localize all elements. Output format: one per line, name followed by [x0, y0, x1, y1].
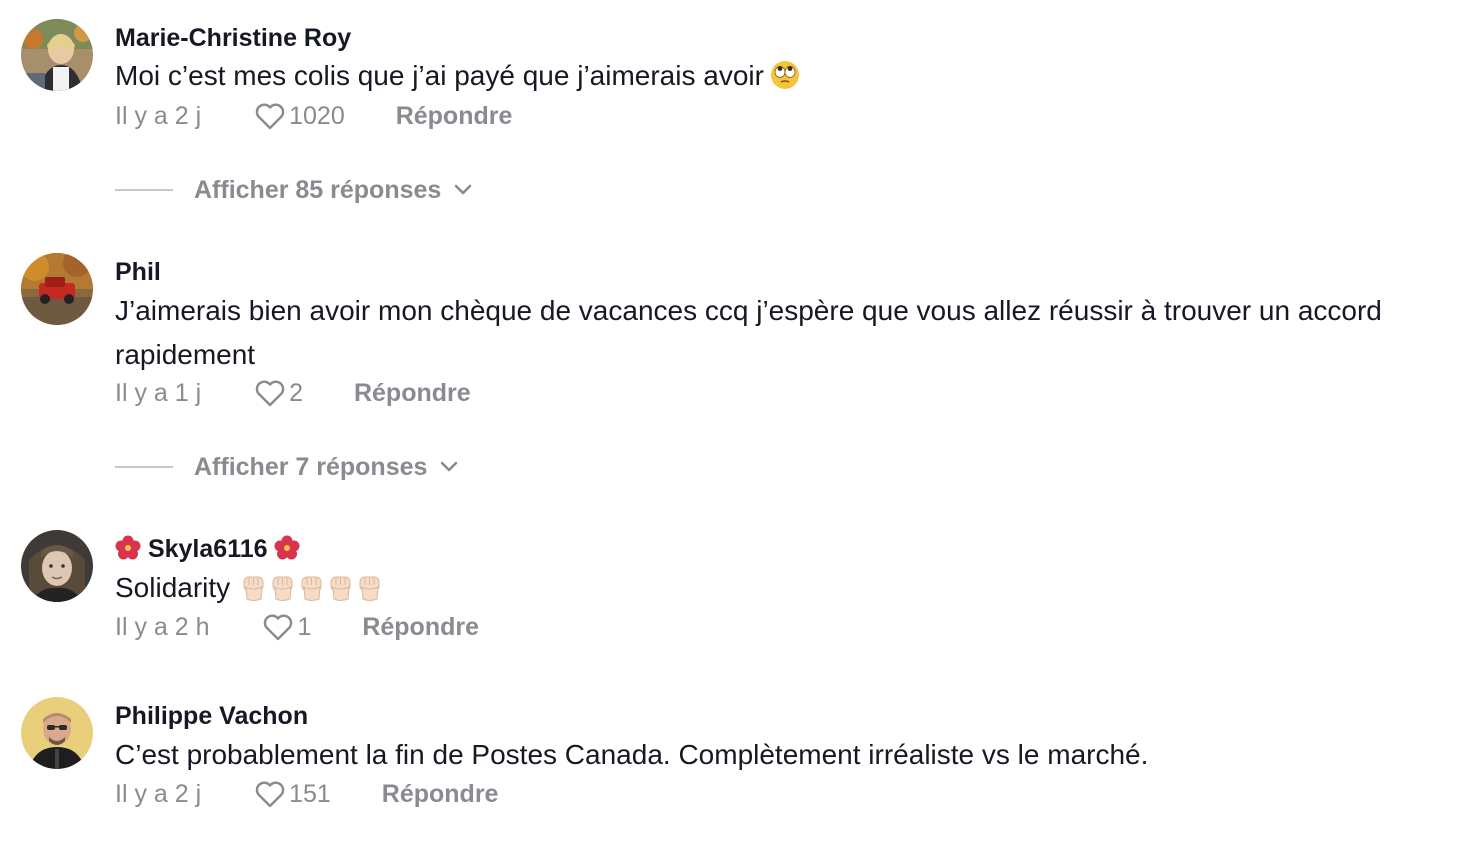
comment-meta: Il y a 1 j 2 Répondre [115, 378, 471, 414]
heart-outline-icon [264, 614, 293, 641]
username[interactable]: Skyla6116 [115, 534, 300, 564]
avatar[interactable] [21, 530, 93, 602]
username[interactable]: Phil [115, 257, 161, 287]
raised-fist-icon [359, 576, 380, 601]
comment-text-content: Moi c’est mes colis que j’ai payé que j’… [115, 60, 764, 91]
reply-button[interactable]: Répondre [382, 780, 499, 809]
timestamp: Il y a 1 j [115, 378, 202, 407]
username[interactable]: Marie-Christine Roy [115, 23, 351, 53]
raised-fist-icon [330, 576, 351, 601]
heart-outline-icon [255, 781, 285, 808]
chevron-down-icon [441, 461, 458, 472]
like-count: 151 [289, 779, 331, 808]
comment-text: J’aimerais bien avoir mon chèque de vaca… [115, 295, 1382, 370]
comment-meta: Il y a 2 j 1020 Répondre [115, 101, 512, 137]
divider-line [115, 466, 173, 468]
face-with-rolling-eyes-icon [770, 61, 799, 89]
avatar[interactable] [21, 253, 93, 325]
username-label: Skyla6116 [147, 535, 268, 563]
like-button[interactable]: 1 [262, 612, 311, 642]
reply-button[interactable]: Répondre [354, 379, 471, 408]
like-count: 2 [289, 378, 304, 407]
timestamp: Il y a 2 h [115, 612, 210, 641]
reply-button[interactable]: Répondre [396, 102, 513, 131]
heart-outline-icon [255, 380, 285, 407]
view-replies-button[interactable]: Afficher 7 réponses [115, 450, 459, 484]
like-button[interactable]: 151 [254, 779, 331, 809]
comment-text: Solidarity [115, 566, 1460, 610]
like-button[interactable]: 2 [254, 378, 303, 408]
like-count: 1 [297, 612, 312, 641]
raised-fist-icon [301, 576, 322, 601]
comment-text: C’est probablement la fin de Postes Cana… [115, 739, 1149, 770]
avatar[interactable] [21, 697, 93, 769]
raised-fist-icon [272, 576, 293, 601]
chevron-down-icon [455, 184, 472, 195]
comment-meta: Il y a 2 j 151 Répondre [115, 779, 498, 815]
reply-button[interactable]: Répondre [362, 613, 479, 642]
comment-text: Moi c’est mes colis que j’ai payé que j’… [115, 54, 1460, 98]
comment-meta: Il y a 2 h 1 Répondre [115, 612, 479, 648]
username[interactable]: Philippe Vachon [115, 701, 308, 731]
timestamp: Il y a 2 j [115, 779, 202, 808]
view-replies-label: Afficher 85 réponses [194, 175, 442, 204]
hibiscus-icon [274, 535, 300, 560]
timestamp: Il y a 2 j [115, 101, 202, 130]
raised-fist-group [238, 572, 383, 603]
view-replies-button[interactable]: Afficher 85 réponses [115, 173, 473, 207]
heart-outline-icon [255, 103, 285, 130]
hibiscus-icon [115, 535, 141, 560]
divider-line [115, 189, 173, 191]
like-button[interactable]: 1020 [254, 101, 345, 131]
like-count: 1020 [289, 101, 345, 130]
raised-fist-icon [243, 576, 264, 601]
view-replies-label: Afficher 7 réponses [194, 452, 428, 481]
comment-text-content: Solidarity [115, 572, 231, 603]
avatar[interactable] [21, 19, 93, 91]
